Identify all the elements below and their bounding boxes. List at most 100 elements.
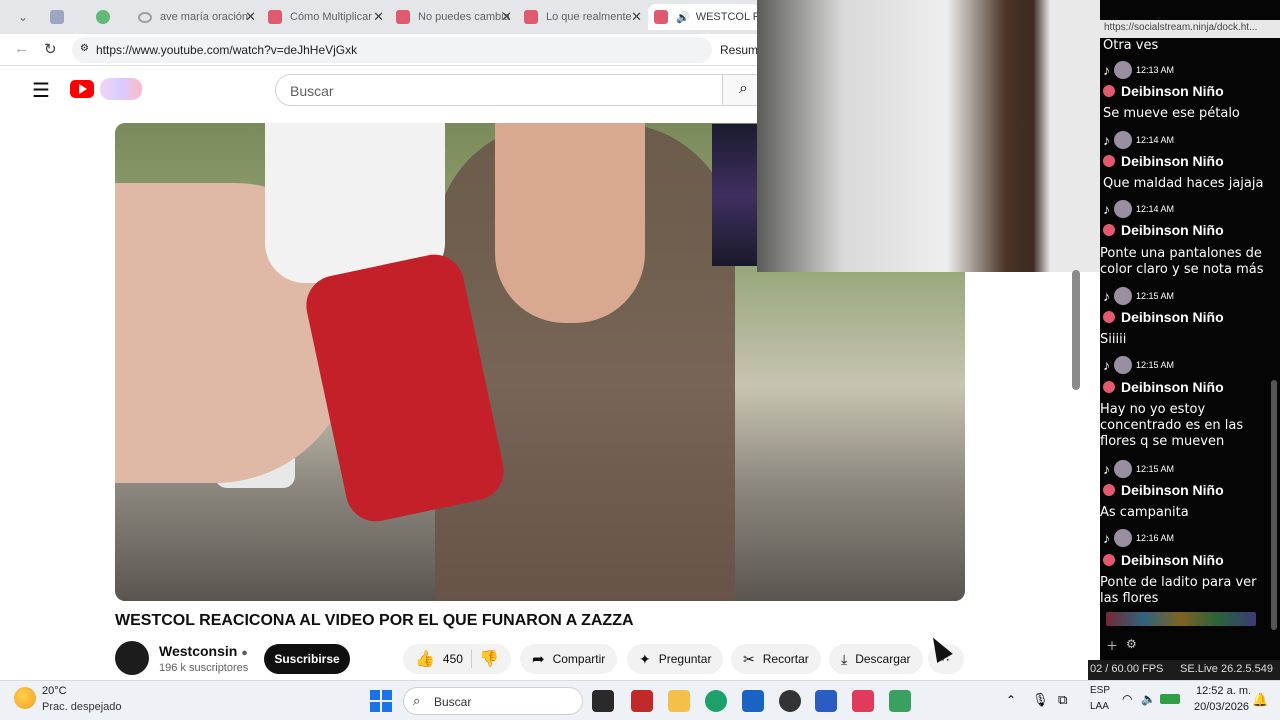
language-region[interactable]: LAA bbox=[1090, 701, 1109, 712]
download-icon: ⤓ bbox=[841, 650, 848, 667]
badge-icon bbox=[1103, 311, 1115, 323]
chat-meta: ♪ 12:15 AM bbox=[1103, 460, 1174, 478]
clip-label: Recortar bbox=[762, 652, 809, 666]
tray-icon[interactable]: ⧉ bbox=[1058, 692, 1067, 708]
avatar bbox=[1114, 356, 1132, 374]
dock-scrollbar[interactable] bbox=[1271, 380, 1277, 630]
antivirus-app-icon[interactable] bbox=[631, 690, 653, 712]
close-icon[interactable]: ✕ bbox=[373, 9, 384, 25]
add-icon[interactable]: ＋ bbox=[1106, 637, 1118, 654]
chat-message-text: As campanita bbox=[1100, 505, 1189, 520]
browser-tab[interactable]: Lo que realmente ✕ bbox=[524, 4, 646, 30]
tiktok-icon: ♪ bbox=[1103, 201, 1110, 217]
gear-icon[interactable]: ⚙ bbox=[1126, 637, 1137, 651]
channel-avatar[interactable] bbox=[115, 641, 149, 675]
version-readout: SE.Live 26.2.5.549 bbox=[1180, 663, 1273, 675]
avatar bbox=[1114, 529, 1132, 547]
close-icon[interactable]: ✕ bbox=[501, 9, 512, 25]
chat-author-name: Deibinson Niño bbox=[1121, 379, 1224, 395]
youtube-icon bbox=[396, 10, 410, 24]
reload-icon[interactable]: ↻ bbox=[44, 40, 57, 58]
task-view-icon[interactable] bbox=[592, 690, 614, 712]
chat-meta: ♪ 12:14 AM bbox=[1103, 131, 1174, 149]
chat-author: Deibinson Niño bbox=[1103, 83, 1224, 99]
ask-button[interactable]: ✦ Preguntar bbox=[627, 644, 724, 674]
browser-tab[interactable]: ave maría oración ✕ bbox=[138, 4, 260, 30]
volume-icon[interactable]: 🔈 bbox=[1141, 692, 1156, 706]
page-scrollbar[interactable] bbox=[1072, 270, 1080, 390]
like-button[interactable]: 👍 450 bbox=[415, 649, 463, 669]
channel-name[interactable]: Westconsin ● bbox=[159, 643, 248, 659]
weather-temperature[interactable]: 20°C bbox=[42, 685, 67, 697]
chat-time: 12:13 AM bbox=[1136, 65, 1175, 75]
avatar bbox=[1114, 460, 1132, 478]
chat-author: Deibinson Niño bbox=[1103, 153, 1224, 169]
share-button[interactable]: ➦ Compartir bbox=[520, 644, 618, 674]
wifi-icon[interactable]: ◠ bbox=[1122, 692, 1132, 706]
subscriber-count: 196 k suscriptores bbox=[159, 662, 249, 674]
search-input[interactable]: Buscar bbox=[275, 74, 723, 106]
clip-button[interactable]: ✂ Recortar bbox=[731, 644, 821, 674]
obs-icon[interactable] bbox=[779, 690, 801, 712]
windows-start-icon[interactable] bbox=[370, 690, 392, 712]
clock-time[interactable]: 12:52 a. m. bbox=[1196, 685, 1251, 697]
doodle-logo[interactable] bbox=[100, 78, 142, 100]
weather-icon[interactable] bbox=[14, 687, 36, 709]
chat-author: Deibinson Niño bbox=[1103, 552, 1224, 568]
chat-time: 12:14 AM bbox=[1136, 204, 1175, 214]
subscribe-button[interactable]: Suscribirse bbox=[264, 644, 350, 674]
chevron-up-icon[interactable]: ⌃ bbox=[1006, 693, 1016, 707]
badge-icon bbox=[1103, 224, 1115, 236]
like-count: 450 bbox=[442, 652, 463, 666]
tab-label: Cómo Multiplicar bbox=[290, 11, 372, 23]
taskbar-search[interactable]: ⌕ Buscar bbox=[403, 687, 583, 715]
site-info-icon[interactable]: ⚙ bbox=[80, 43, 89, 54]
clock-date[interactable]: 20/03/2026 bbox=[1194, 701, 1249, 713]
thumbs-down-icon[interactable]: 👎 bbox=[479, 649, 499, 669]
chat-author-name: Deibinson Niño bbox=[1121, 153, 1224, 169]
chat-meta: ♪ 12:15 AM bbox=[1103, 356, 1174, 374]
microphone-icon[interactable]: 🎙 bbox=[1032, 692, 1049, 708]
store-icon[interactable] bbox=[742, 690, 764, 712]
webcam-overlay bbox=[757, 0, 1102, 272]
tiktok-app-icon[interactable] bbox=[852, 690, 874, 712]
app-icon[interactable] bbox=[889, 690, 911, 712]
summary-button[interactable]: Resumi bbox=[720, 43, 761, 57]
weather-description[interactable]: Prac. despejado bbox=[42, 701, 122, 713]
notification-icon[interactable]: 🔔 bbox=[1252, 692, 1268, 708]
browser-tab[interactable]: No puedes cambia ✕ bbox=[396, 4, 516, 30]
tab-label: ave maría oración bbox=[160, 11, 249, 23]
search-icon: ⌕ bbox=[739, 80, 748, 97]
word-icon[interactable] bbox=[815, 690, 837, 712]
chat-meta: ♪ 12:15 AM bbox=[1103, 287, 1174, 305]
windows-taskbar: 20°C Prac. despejado ⌕ Buscar ⌃ 🎙 ⧉ ESP … bbox=[0, 680, 1280, 720]
file-explorer-icon[interactable] bbox=[668, 690, 690, 712]
browser-tab[interactable]: Cómo Multiplicar ✕ bbox=[268, 4, 388, 30]
language-code[interactable]: ESP bbox=[1090, 685, 1110, 696]
chat-message-text: Ponte de ladito para ver las flores bbox=[1100, 575, 1257, 606]
green-tab-icon bbox=[96, 10, 110, 24]
chat-time: 12:15 AM bbox=[1136, 464, 1175, 474]
edge-browser-icon[interactable] bbox=[705, 690, 727, 712]
youtube-icon bbox=[524, 10, 538, 24]
chat-author-name: Deibinson Niño bbox=[1121, 222, 1224, 238]
browser-tab[interactable] bbox=[96, 4, 126, 30]
browser-tab-active[interactable]: 🔊 WESTCOL REA bbox=[648, 4, 760, 30]
avatar bbox=[1114, 131, 1132, 149]
download-button[interactable]: ⤓ Descargar bbox=[829, 644, 923, 674]
fps-readout: 02 / 60.00 FPS bbox=[1090, 663, 1164, 675]
menu-icon[interactable]: ☰ bbox=[32, 78, 50, 103]
camera-tab-icon bbox=[50, 10, 64, 24]
browser-toolbar: ← ↻ ⚙ https://www.youtube.com/watch?v=de… bbox=[0, 34, 761, 66]
chat-meta: ♪ 12:16 AM bbox=[1103, 529, 1174, 547]
close-icon[interactable]: ✕ bbox=[631, 9, 642, 25]
battery-icon[interactable] bbox=[1160, 694, 1180, 704]
chat-author-name: Deibinson Niño bbox=[1121, 482, 1224, 498]
youtube-logo[interactable] bbox=[70, 80, 94, 98]
tab-list-button[interactable]: ⌄ bbox=[8, 4, 38, 30]
browser-tab[interactable] bbox=[50, 4, 80, 30]
address-bar[interactable]: ⚙ https://www.youtube.com/watch?v=deJhHe… bbox=[72, 37, 712, 63]
close-icon[interactable]: ✕ bbox=[245, 9, 256, 25]
back-arrow-icon[interactable]: ← bbox=[14, 40, 29, 57]
emoji-bar[interactable] bbox=[1106, 612, 1256, 626]
